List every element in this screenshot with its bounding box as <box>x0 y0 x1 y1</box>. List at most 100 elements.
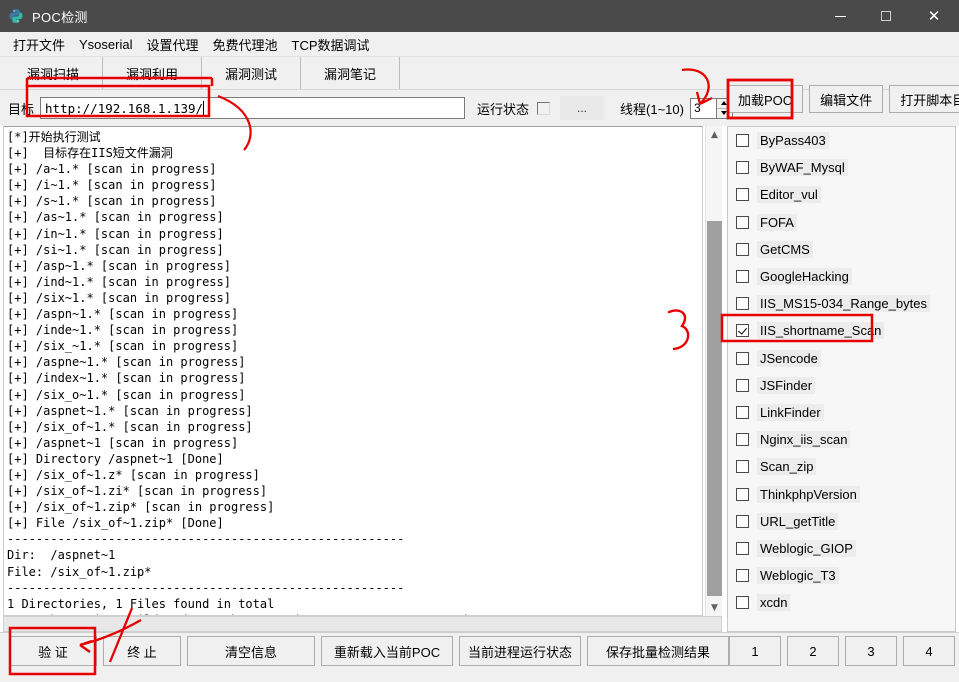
poc-item-label: LinkFinder <box>757 403 824 421</box>
thread-label: 线程(1~10) <box>620 101 684 117</box>
poc-item-label: ByWAF_Mysql <box>757 159 848 177</box>
poc-item-jsfinder[interactable]: JSFinder <box>728 372 955 399</box>
menu-item-free-proxy-pool[interactable]: 免费代理池 <box>206 33 285 56</box>
checkbox-icon[interactable] <box>736 242 749 256</box>
poc-item-editor-vul[interactable]: Editor_vul <box>728 181 955 208</box>
poc-item-url-gettitle[interactable]: URL_getTitle <box>728 508 955 535</box>
target-label: 目标 <box>8 101 35 117</box>
menu-item-ysoserial[interactable]: Ysoserial <box>72 35 139 54</box>
clear-log-button[interactable]: 清空信息 <box>187 636 315 666</box>
save-batch-results-button[interactable]: 保存批量检测结果 <box>587 636 729 666</box>
poc-item-iis-ms15-034[interactable]: IIS_MS15-034_Range_bytes <box>728 290 955 317</box>
poc-item-nginx-iis-scan[interactable]: Nginx_iis_scan <box>728 426 955 453</box>
poc-toolbar: 加载POC 编辑文件 打开脚本目录 <box>727 85 959 113</box>
main-content: [*]开始执行测试 [+] 目标存在IIS短文件漏洞 [+] /a~1.* [s… <box>0 124 959 681</box>
poc-item-label: Scan_zip <box>757 458 817 476</box>
page-button-3[interactable]: 3 <box>845 636 897 666</box>
poc-item-weblogic-t3[interactable]: Weblogic_T3 <box>728 562 955 589</box>
checkbox-icon[interactable] <box>736 405 749 419</box>
checkbox-icon[interactable] <box>736 514 749 528</box>
poc-item-label: Editor_vul <box>757 186 821 204</box>
poc-item-weblogic-giop[interactable]: Weblogic_GIOP <box>728 535 955 562</box>
pagination-row: 1 2 3 4 <box>729 636 955 666</box>
verify-button[interactable]: 验 证 <box>9 636 97 666</box>
poc-item-label: ByPass403 <box>757 132 829 150</box>
checkbox-icon[interactable] <box>736 188 749 202</box>
minimize-button[interactable] <box>817 0 863 32</box>
poc-item-label: GetCMS <box>757 240 813 258</box>
target-input-value: http://192.168.1.139/ <box>45 100 204 116</box>
edit-file-button[interactable]: 编辑文件 <box>809 85 884 113</box>
run-state-checkbox[interactable] <box>537 101 551 115</box>
close-button[interactable]: ✕ <box>909 0 959 32</box>
poc-item-linkfinder[interactable]: LinkFinder <box>728 399 955 426</box>
checkbox-icon[interactable] <box>736 161 749 175</box>
poc-item-label: ThinkphpVersion <box>757 485 860 503</box>
scrollbar-thumb[interactable] <box>707 221 722 596</box>
checkbox-icon[interactable] <box>736 596 749 610</box>
checkbox-icon[interactable] <box>736 324 749 338</box>
poc-item-label: JSencode <box>757 349 821 367</box>
poc-item-thinkphpversion[interactable]: ThinkphpVersion <box>728 480 955 507</box>
menu-item-set-proxy[interactable]: 设置代理 <box>139 33 205 56</box>
poc-item-iis-shortname-scan[interactable]: IIS_shortname_Scan <box>728 317 955 344</box>
log-output-text: [*]开始执行测试 [+] 目标存在IIS短文件漏洞 [+] /a~1.* [s… <box>7 130 498 615</box>
poc-item-bywaf-mysql[interactable]: ByWAF_Mysql <box>728 154 955 181</box>
browse-button[interactable]: ... <box>560 96 605 120</box>
scroll-down-icon[interactable]: ▼ <box>706 599 723 616</box>
poc-item-jsencode[interactable]: JSencode <box>728 345 955 372</box>
checkbox-icon[interactable] <box>736 215 749 229</box>
action-button-row: 验 证 终 止 清空信息 重新载入当前POC 当前进程运行状态 保存批量检测结果 <box>9 636 729 666</box>
menu-bar: 打开文件 Ysoserial 设置代理 免费代理池 TCP数据调试 <box>0 32 959 57</box>
title-bar: POC检测 ✕ <box>0 0 959 32</box>
window-controls: ✕ <box>817 0 959 32</box>
checkbox-icon[interactable] <box>736 460 749 474</box>
log-horizontal-scrollbar[interactable] <box>3 616 722 632</box>
poc-item-label: Weblogic_T3 <box>757 567 839 585</box>
checkbox-icon[interactable] <box>736 433 749 447</box>
menu-item-open-file[interactable]: 打开文件 <box>6 33 72 56</box>
close-icon: ✕ <box>927 6 941 25</box>
poc-item-label: Weblogic_GIOP <box>757 539 856 557</box>
tab-vuln-notes[interactable]: 漏洞笔记 <box>301 57 400 89</box>
tab-vuln-test[interactable]: 漏洞测试 <box>202 57 301 89</box>
load-poc-button[interactable]: 加载POC <box>727 85 804 113</box>
checkbox-icon[interactable] <box>736 569 749 583</box>
open-script-dir-button[interactable]: 打开脚本目录 <box>889 85 959 113</box>
poc-item-googlehacking[interactable]: GoogleHacking <box>728 263 955 290</box>
window-title: POC检测 <box>32 9 88 25</box>
checkbox-icon[interactable] <box>736 487 749 501</box>
target-input[interactable]: http://192.168.1.139/ <box>40 97 466 119</box>
poc-item-bypass403[interactable]: ByPass403 <box>728 127 955 154</box>
process-status-button[interactable]: 当前进程运行状态 <box>459 636 581 666</box>
poc-item-xcdn[interactable]: xcdn <box>728 589 955 616</box>
menu-item-tcp-debug[interactable]: TCP数据调试 <box>285 33 377 56</box>
scroll-up-icon[interactable]: ▲ <box>706 126 723 143</box>
tab-vuln-exploit[interactable]: 漏洞利用 <box>103 57 202 89</box>
checkbox-icon[interactable] <box>736 134 749 148</box>
checkbox-icon[interactable] <box>736 297 749 311</box>
maximize-button[interactable] <box>863 0 909 32</box>
poc-item-scan-zip[interactable]: Scan_zip <box>728 453 955 480</box>
page-button-1[interactable]: 1 <box>729 636 781 666</box>
page-button-4[interactable]: 4 <box>903 636 955 666</box>
poc-item-label: FOFA <box>757 213 797 231</box>
text-caret <box>203 101 205 115</box>
checkbox-icon[interactable] <box>736 351 749 365</box>
poc-item-label: GoogleHacking <box>757 268 852 286</box>
poc-item-label: IIS_shortname_Scan <box>757 322 885 340</box>
log-output-panel[interactable]: [*]开始执行测试 [+] 目标存在IIS短文件漏洞 [+] /a~1.* [s… <box>3 126 703 616</box>
page-button-2[interactable]: 2 <box>787 636 839 666</box>
checkbox-icon[interactable] <box>736 270 749 284</box>
maximize-icon <box>881 11 891 21</box>
python-snake-icon <box>8 8 24 24</box>
reload-poc-button[interactable]: 重新载入当前POC <box>321 636 453 666</box>
checkbox-icon[interactable] <box>736 378 749 392</box>
log-vertical-scrollbar[interactable]: ▲ ▼ <box>705 126 722 616</box>
thread-input[interactable]: 3 <box>689 97 716 119</box>
tab-vuln-scan[interactable]: 漏洞扫描 <box>4 57 103 89</box>
poc-item-fofa[interactable]: FOFA <box>728 209 955 236</box>
stop-button[interactable]: 终 止 <box>103 636 181 666</box>
checkbox-icon[interactable] <box>736 541 749 555</box>
poc-item-getcms[interactable]: GetCMS <box>728 236 955 263</box>
